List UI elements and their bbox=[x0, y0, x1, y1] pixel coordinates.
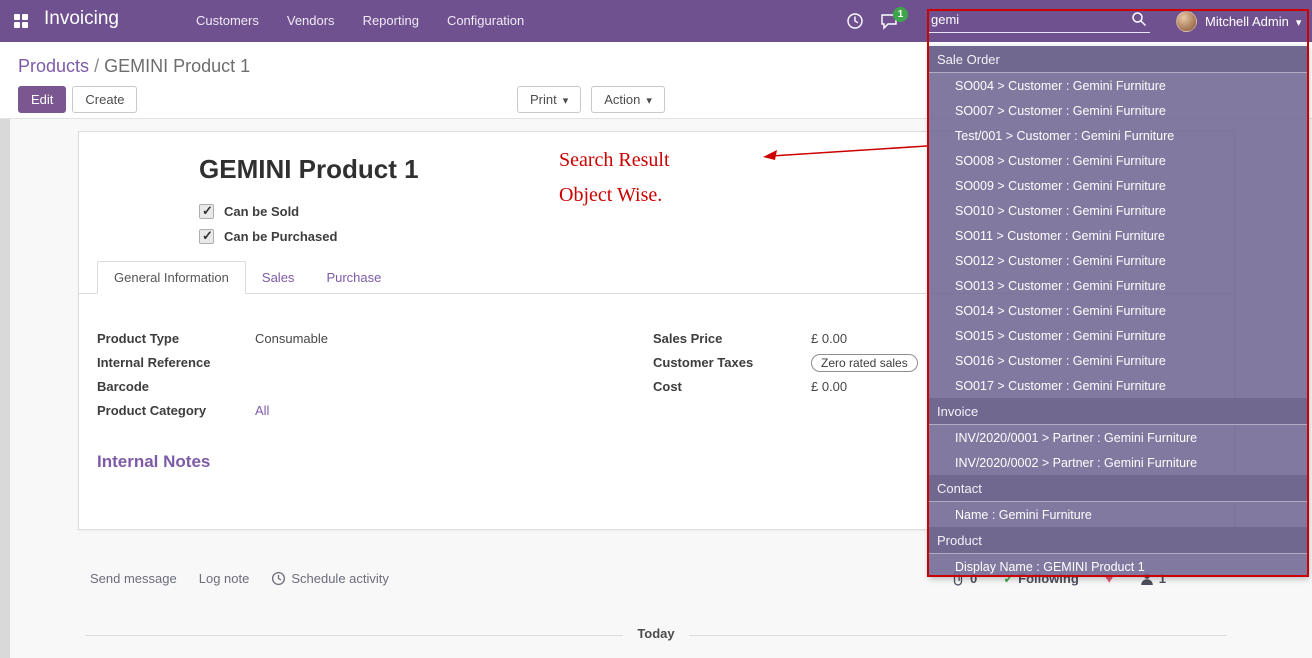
breadcrumb-products-link[interactable]: Products bbox=[18, 56, 89, 76]
field-label: Barcode bbox=[97, 379, 255, 394]
search-result-item[interactable]: SO015 > Customer : Gemini Furniture bbox=[929, 323, 1309, 348]
field-product-type: Product Type Consumable bbox=[97, 329, 527, 348]
topbar: Invoicing Customers Vendors Reporting Co… bbox=[0, 0, 1312, 42]
edit-button[interactable]: Edit bbox=[18, 86, 66, 113]
menu-reporting[interactable]: Reporting bbox=[349, 0, 433, 42]
product-title: GEMINI Product 1 bbox=[199, 154, 419, 185]
print-dropdown-button[interactable]: Print bbox=[517, 86, 581, 113]
customer-tax-badge: Zero rated sales bbox=[811, 354, 918, 372]
left-field-column: Product Type Consumable Internal Referen… bbox=[97, 329, 527, 425]
search-result-item[interactable]: Display Name : GEMINI Product 1 bbox=[929, 554, 1309, 577]
search-result-item[interactable]: SO010 > Customer : Gemini Furniture bbox=[929, 198, 1309, 223]
caret-down-icon bbox=[563, 92, 569, 107]
annotation-arrow bbox=[755, 140, 930, 165]
field-value: £ 0.00 bbox=[811, 331, 847, 346]
field-label: Cost bbox=[653, 379, 811, 394]
annotation-line2: Object Wise. bbox=[559, 184, 662, 207]
field-label: Product Type bbox=[97, 331, 255, 346]
can-be-sold-checkbox[interactable] bbox=[199, 204, 214, 219]
can-be-sold-row: Can be Sold bbox=[199, 204, 299, 219]
date-divider: Today bbox=[85, 626, 1227, 641]
apps-grid-icon[interactable] bbox=[13, 13, 29, 29]
left-scroll-gutter bbox=[0, 119, 10, 658]
breadcrumb-separator: / bbox=[94, 56, 99, 76]
schedule-activity-link[interactable]: Schedule activity bbox=[271, 571, 389, 586]
search-result-item[interactable]: Name : Gemini Furniture bbox=[929, 502, 1309, 527]
tab-purchase[interactable]: Purchase bbox=[310, 262, 397, 293]
can-be-purchased-label: Can be Purchased bbox=[224, 229, 337, 244]
app-title[interactable]: Invoicing bbox=[44, 8, 119, 30]
caret-down-icon bbox=[1296, 14, 1302, 29]
search-input[interactable] bbox=[929, 7, 1124, 31]
search-result-item[interactable]: SO017 > Customer : Gemini Furniture bbox=[929, 373, 1309, 398]
search-result-item[interactable]: SO014 > Customer : Gemini Furniture bbox=[929, 298, 1309, 323]
search-result-item[interactable]: SO016 > Customer : Gemini Furniture bbox=[929, 348, 1309, 373]
field-label: Product Category bbox=[97, 403, 255, 418]
breadcrumb: Products / GEMINI Product 1 bbox=[18, 56, 250, 77]
search-result-item[interactable]: SO013 > Customer : Gemini Furniture bbox=[929, 273, 1309, 298]
search-result-item[interactable]: Test/001 > Customer : Gemini Furniture bbox=[929, 123, 1309, 148]
internal-notes-heading: Internal Notes bbox=[97, 452, 210, 472]
caret-down-icon bbox=[646, 92, 652, 107]
schedule-activity-label: Schedule activity bbox=[291, 571, 389, 586]
search-result-item[interactable]: SO007 > Customer : Gemini Furniture bbox=[929, 98, 1309, 123]
field-product-category: Product Category All bbox=[97, 401, 527, 420]
chatter-actions: Send message Log note Schedule activity bbox=[90, 571, 411, 586]
send-message-link[interactable]: Send message bbox=[90, 571, 177, 586]
main-menu: Customers Vendors Reporting Configuratio… bbox=[182, 0, 538, 42]
field-label: Customer Taxes bbox=[653, 355, 811, 370]
clock-icon bbox=[271, 571, 286, 586]
field-value: £ 0.00 bbox=[811, 379, 847, 394]
field-value: Consumable bbox=[255, 331, 328, 346]
user-name: Mitchell Admin bbox=[1205, 14, 1289, 29]
result-group-product: Product bbox=[929, 527, 1309, 554]
search-result-item[interactable]: SO011 > Customer : Gemini Furniture bbox=[929, 223, 1309, 248]
search-result-item[interactable]: SO009 > Customer : Gemini Furniture bbox=[929, 173, 1309, 198]
can-be-purchased-checkbox[interactable] bbox=[199, 229, 214, 244]
can-be-sold-label: Can be Sold bbox=[224, 204, 299, 219]
product-category-link[interactable]: All bbox=[255, 403, 269, 418]
action-label: Action bbox=[604, 92, 640, 107]
user-menu[interactable]: Mitchell Admin bbox=[1176, 0, 1301, 42]
print-label: Print bbox=[530, 92, 557, 107]
tab-sales[interactable]: Sales bbox=[246, 262, 311, 293]
search-result-item[interactable]: SO012 > Customer : Gemini Furniture bbox=[929, 248, 1309, 273]
tab-general-information[interactable]: General Information bbox=[97, 261, 246, 294]
messages-count-badge: 1 bbox=[893, 7, 908, 22]
search-icon[interactable] bbox=[1131, 11, 1147, 27]
menu-customers[interactable]: Customers bbox=[182, 0, 273, 42]
annotation-line1: Search Result bbox=[559, 149, 670, 172]
global-search-box[interactable] bbox=[929, 7, 1150, 33]
search-result-item[interactable]: INV/2020/0001 > Partner : Gemini Furnitu… bbox=[929, 425, 1309, 450]
field-barcode: Barcode bbox=[97, 377, 527, 396]
search-results-dropdown: Sale Order SO004 > Customer : Gemini Fur… bbox=[929, 46, 1309, 577]
create-button[interactable]: Create bbox=[72, 86, 137, 113]
can-be-purchased-row: Can be Purchased bbox=[199, 229, 337, 244]
search-result-item[interactable]: SO008 > Customer : Gemini Furniture bbox=[929, 148, 1309, 173]
breadcrumb-current: GEMINI Product 1 bbox=[104, 56, 250, 76]
search-result-item[interactable]: SO004 > Customer : Gemini Furniture bbox=[929, 73, 1309, 98]
menu-vendors[interactable]: Vendors bbox=[273, 0, 349, 42]
user-avatar bbox=[1176, 11, 1197, 32]
search-result-item[interactable]: INV/2020/0002 > Partner : Gemini Furnitu… bbox=[929, 450, 1309, 475]
date-divider-label: Today bbox=[623, 626, 688, 641]
result-group-sale-order: Sale Order bbox=[929, 46, 1309, 73]
field-internal-reference: Internal Reference bbox=[97, 353, 527, 372]
menu-configuration[interactable]: Configuration bbox=[433, 0, 538, 42]
log-note-link[interactable]: Log note bbox=[199, 571, 250, 586]
action-dropdown-button[interactable]: Action bbox=[591, 86, 665, 113]
field-label: Internal Reference bbox=[97, 355, 255, 370]
activities-clock-icon[interactable] bbox=[846, 12, 864, 30]
result-group-contact: Contact bbox=[929, 475, 1309, 502]
field-label: Sales Price bbox=[653, 331, 811, 346]
result-group-invoice: Invoice bbox=[929, 398, 1309, 425]
